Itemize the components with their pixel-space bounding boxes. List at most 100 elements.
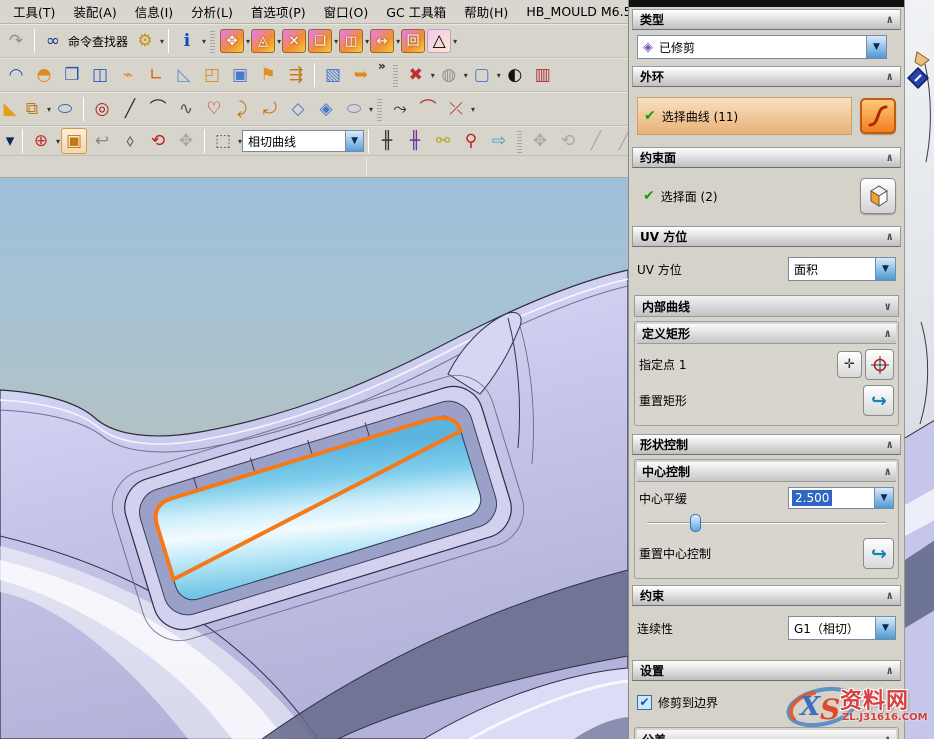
type-dropdown[interactable]: ◈ 已修剪 ▼ bbox=[637, 35, 887, 59]
snap-pin-icon[interactable]: ⚲ bbox=[458, 128, 484, 154]
customize-key-icon[interactable]: ⚙ bbox=[132, 28, 158, 54]
view-cube-icon[interactable]: ▢ bbox=[469, 62, 495, 88]
undo-view-icon[interactable]: ↩ bbox=[89, 128, 115, 154]
split-face-icon[interactable]: ◫ bbox=[339, 29, 363, 53]
dropdown-arrow-icon[interactable]: ▾ bbox=[369, 105, 373, 114]
dropdown-arrow-icon[interactable]: ▾ bbox=[47, 105, 51, 114]
dropdown-arrow-icon[interactable]: ▾ bbox=[471, 105, 475, 114]
measure-body-icon[interactable]: ◍ bbox=[436, 62, 462, 88]
section-header-settings[interactable]: 设置 ∧ bbox=[632, 660, 901, 681]
section-header-shape-control[interactable]: 形状控制 ∧ bbox=[632, 434, 901, 455]
menu-item[interactable]: 信息(I) bbox=[126, 2, 182, 21]
dropdown-arrow-icon[interactable]: ▼ bbox=[866, 36, 886, 58]
trim-boundary-row[interactable]: ✔ 修剪到边界 bbox=[637, 691, 896, 713]
spinner-down-icon[interactable]: ▼ bbox=[874, 487, 894, 509]
command-finder-button[interactable]: ∞ bbox=[40, 28, 66, 54]
studio-spline-icon[interactable]: ∿ bbox=[173, 96, 199, 122]
bridge-curve-icon[interactable]: ⤳ bbox=[387, 96, 413, 122]
chevron-up-icon[interactable]: ∧ bbox=[886, 589, 893, 602]
face-select-button[interactable] bbox=[860, 178, 896, 214]
freeform-icon[interactable]: ➥ bbox=[348, 62, 374, 88]
center-flat-slider[interactable] bbox=[647, 514, 886, 532]
linked-points-icon[interactable]: ⚯ bbox=[430, 128, 456, 154]
dropdown-arrow-icon[interactable]: ▾ bbox=[56, 137, 60, 146]
offset-curve-icon[interactable]: ⌒ bbox=[415, 96, 441, 122]
dropdown-arrow-icon[interactable]: ▾ bbox=[334, 37, 338, 46]
redo-icon[interactable]: ↷ bbox=[3, 28, 29, 54]
point-picker-button[interactable] bbox=[865, 349, 894, 380]
command-finder-button-label[interactable]: 命令查找器 bbox=[68, 33, 128, 50]
define-rectangle-header[interactable]: 定义矩形 ∧ bbox=[637, 324, 896, 344]
chevron-up-icon[interactable]: ∧ bbox=[886, 70, 893, 83]
sew-icon[interactable]: ⇶ bbox=[283, 62, 309, 88]
toolbar-grip[interactable] bbox=[393, 63, 398, 87]
menu-item[interactable]: 帮助(H) bbox=[455, 2, 517, 21]
section-header-outer-loop[interactable]: 外环 ∧ bbox=[632, 66, 901, 87]
fence-2-icon[interactable]: ╫ bbox=[402, 128, 428, 154]
hand-info-icon[interactable] bbox=[907, 50, 933, 94]
trim-body-icon[interactable]: ❒ bbox=[59, 62, 85, 88]
dropdown-arrow-icon[interactable]: ▾ bbox=[464, 71, 468, 80]
section-header-constraint-face[interactable]: 约束面 ∧ bbox=[632, 147, 901, 168]
dropdown-arrow-icon[interactable]: ▾ bbox=[160, 37, 164, 46]
orient-view-cube-icon[interactable]: ▣ bbox=[61, 128, 87, 154]
chevron-up-icon[interactable]: ∧ bbox=[884, 733, 891, 739]
menu-item[interactable]: HB_MOULD M6.5 bbox=[517, 4, 640, 19]
dropdown-arrow-icon[interactable]: ▾ bbox=[365, 37, 369, 46]
select-face-row[interactable]: ✔ 选择面 (2) bbox=[637, 188, 852, 205]
extract-curve-icon[interactable]: ⬭ bbox=[341, 96, 367, 122]
tolerance-header[interactable]: 公差 ∧ bbox=[637, 730, 896, 739]
inner-curve-bar[interactable]: 内部曲线 ∨ bbox=[634, 295, 899, 317]
uv-dropdown[interactable]: 面积 ▼ bbox=[788, 257, 896, 281]
bend-icon[interactable]: ∟ bbox=[143, 62, 169, 88]
chevron-down-icon[interactable]: ∨ bbox=[884, 300, 891, 313]
chevron-up-icon[interactable]: ∧ bbox=[884, 327, 891, 340]
resize-face-icon[interactable]: ↔ bbox=[370, 29, 394, 53]
cut-combo-arrow[interactable]: ▾ bbox=[3, 128, 17, 154]
dropdown-arrow-icon[interactable]: ▾ bbox=[431, 71, 435, 80]
selection-filter-icon[interactable]: ⊕ bbox=[28, 128, 54, 154]
box-frame-icon[interactable]: ▣ bbox=[227, 62, 253, 88]
select-curve-row[interactable]: ✔ 选择曲线 (11) bbox=[637, 97, 852, 135]
dome-icon[interactable]: ◓ bbox=[31, 62, 57, 88]
menu-item[interactable]: 窗口(O) bbox=[315, 2, 378, 21]
dropdown-arrow-icon[interactable]: ▼ bbox=[345, 131, 363, 151]
tube-icon[interactable]: ⬭ bbox=[52, 96, 78, 122]
section-header-uv[interactable]: UV 方位 ∧ bbox=[632, 226, 901, 247]
dropdown-arrow-icon[interactable]: ▾ bbox=[453, 37, 457, 46]
point-circle-icon[interactable]: ◎ bbox=[89, 96, 115, 122]
wcs-display-icon[interactable]: ✖ bbox=[403, 62, 429, 88]
wedge-icon[interactable]: ◺ bbox=[171, 62, 197, 88]
slider-handle[interactable] bbox=[690, 514, 701, 532]
chevron-up-icon[interactable]: ∧ bbox=[886, 438, 893, 451]
trim-curve-icon[interactable]: ⤸ bbox=[229, 96, 255, 122]
dropdown-arrow-icon[interactable]: ▾ bbox=[396, 37, 400, 46]
menu-item[interactable]: 首选项(P) bbox=[242, 2, 315, 21]
shell-body-icon[interactable]: △ bbox=[427, 29, 451, 53]
toolbar-grip[interactable] bbox=[210, 29, 215, 53]
point-dialog-button[interactable]: ✛ bbox=[837, 351, 862, 378]
flag-surface-icon[interactable]: ⚑ bbox=[255, 62, 281, 88]
reset-center-button[interactable]: ↩ bbox=[863, 538, 894, 569]
menu-item[interactable]: 工具(T) bbox=[4, 2, 64, 21]
dropdown-arrow-icon[interactable]: ▾ bbox=[497, 71, 501, 80]
menu-item[interactable]: 装配(A) bbox=[64, 2, 125, 21]
section-header-constraint[interactable]: 约束 ∧ bbox=[632, 585, 901, 606]
toolbar-grip[interactable] bbox=[377, 97, 382, 121]
copy-face-icon[interactable]: ❏ bbox=[308, 29, 332, 53]
draft-face-icon[interactable]: ◬ bbox=[251, 29, 275, 53]
arc-icon[interactable]: ⌒ bbox=[145, 96, 171, 122]
rotate-point-icon[interactable]: ⟲ bbox=[145, 128, 171, 154]
chevron-up-icon[interactable]: ∧ bbox=[886, 230, 893, 243]
fence-icon[interactable]: ╫ bbox=[374, 128, 400, 154]
curve-select-button[interactable] bbox=[860, 98, 896, 134]
pattern-face-icon[interactable]: 回 bbox=[401, 29, 425, 53]
menu-item[interactable]: GC 工具箱 bbox=[377, 2, 455, 21]
trim-corner-icon[interactable]: ⤫ bbox=[443, 96, 469, 122]
dropdown-arrow-icon[interactable]: ▾ bbox=[202, 37, 206, 46]
viewport-3d[interactable] bbox=[0, 178, 628, 739]
profile-loop-icon[interactable]: ♡ bbox=[201, 96, 227, 122]
dropdown-arrow-icon[interactable]: ▾ bbox=[246, 37, 250, 46]
sheet-body-icon[interactable]: ⧉ bbox=[19, 96, 45, 122]
checkbox-checked-icon[interactable]: ✔ bbox=[637, 695, 652, 710]
